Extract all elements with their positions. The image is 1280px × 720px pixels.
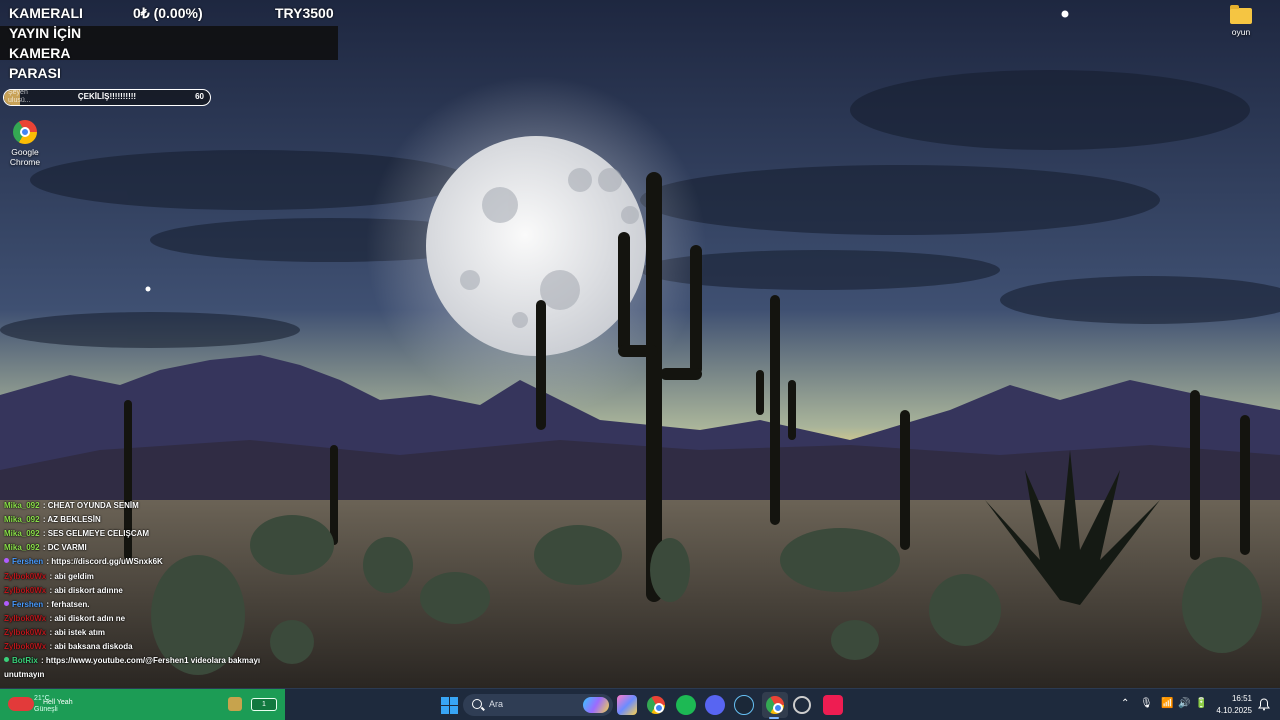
chat-message: Mika_092 : SES GELMEYE CELIŞCAM [4, 529, 149, 539]
goal-title-line4: PARASI [9, 65, 61, 81]
chat-message: Zylbok0Wx : abi istek atım [4, 628, 105, 638]
chat-message: Zylbok0Wx : abi baksana diskoda [4, 642, 133, 652]
chat-text: AZ BEKLESİN [47, 515, 101, 525]
chat-text: CHEAT OYUNDA SENİM [47, 501, 139, 510]
widget-hand-icon[interactable] [228, 697, 242, 711]
donation-goal-widget: KAMERALI 0₺ (0.00%) TRY3500 YAYIN İÇİN K… [0, 0, 340, 84]
microphone-icon[interactable]: 🎙 [1140, 698, 1153, 709]
ghost-label-line1: Şeyen [8, 89, 28, 96]
desktop-icon-ghost-label: Şeyen ulusü... [8, 89, 31, 105]
chat-username: Fershen [12, 557, 44, 567]
tiktok-icon[interactable] [823, 695, 843, 715]
folder-icon [1230, 5, 1252, 24]
widget-counter-pill[interactable]: 1 [251, 698, 277, 711]
clock-time[interactable]: 16:51 [1230, 694, 1252, 703]
spotify-icon[interactable] [676, 695, 696, 715]
chrome-icon [647, 696, 665, 714]
chat-text: https://discord.gg/uWSnxk6K [51, 557, 163, 567]
stream-chat-overlay: Mika_092 : CHEAT OYUNDA SENİM Mika_092 : … [0, 500, 270, 686]
chat-message: Mika_092 : CHEAT OYUNDA SENİM [4, 501, 139, 511]
battery-icon[interactable]: 🔋 [1195, 698, 1207, 709]
desktop-icon-google-chrome[interactable]: Google Chrome [4, 120, 46, 167]
active-app-indicator [769, 717, 779, 719]
chat-text: abi diskort adın ne [54, 613, 126, 623]
search-icon [472, 699, 482, 709]
chat-text: ferhatsen. [51, 599, 90, 609]
windows-icon [440, 696, 458, 714]
start-button[interactable] [439, 695, 459, 715]
goal-title-line2: YAYIN İÇİN [9, 25, 82, 41]
chat-badge-icon [4, 657, 9, 663]
chat-username: Mika_092 [4, 529, 40, 539]
giveaway-progress-bar: ÇEKİLİŞ!!!!!!!!!! 60 [3, 89, 211, 106]
search-highlight-icon [583, 697, 609, 713]
goal-title-line3: KAMERA [9, 45, 71, 61]
steam-icon[interactable] [734, 695, 754, 715]
chat-message: Zylbok0Wx : abi geldim [4, 572, 94, 582]
taskbar-chrome-button[interactable] [646, 695, 666, 715]
goal-target-amount: TRY3500 [275, 5, 334, 21]
chat-separator: : [40, 501, 48, 510]
discord-icon[interactable] [705, 695, 725, 715]
chat-text: abi geldim [54, 571, 94, 581]
copilot-icon[interactable] [617, 695, 637, 715]
chat-message: Fershen : https://discord.gg/uWSnxk6K [4, 557, 163, 567]
chrome-icon [766, 696, 784, 714]
chat-message: unutmayın [4, 670, 44, 680]
chat-badge-icon [4, 600, 9, 606]
chat-username: Zylbok0Wx [4, 642, 47, 651]
chat-text: abi diskort adınne [54, 585, 123, 595]
taskbar-search-box[interactable]: Ara [463, 694, 613, 716]
goal-title-line1: KAMERALI [9, 5, 83, 21]
chat-separator: : [40, 529, 48, 539]
giveaway-title: ÇEKİLİŞ!!!!!!!!!! [77, 92, 137, 101]
chat-separator: : [38, 656, 46, 666]
giveaway-count: 60 [195, 92, 204, 101]
chrome-label-line1: Google [11, 147, 39, 157]
chat-message: BotRix : https://www.youtube.com/@Fershe… [4, 656, 260, 666]
chat-username: Mika_092 [4, 515, 40, 525]
chat-badge-icon [4, 558, 9, 564]
obs-icon[interactable] [793, 696, 811, 714]
chat-text: unutmayın [4, 670, 45, 680]
taskbar: 21°C Hell Yeah Güneşli 1 Ara ⌃ 🎙 📶 🔊 🔋 1… [0, 688, 1280, 720]
chat-text: DC VARMI [47, 543, 87, 553]
search-placeholder: Ara [489, 699, 504, 709]
wifi-icon[interactable]: 📶 [1161, 698, 1173, 709]
chat-message: Mika_092 : DC VARMI [4, 543, 87, 553]
folder-label: oyun [1231, 27, 1251, 37]
volume-icon[interactable]: 🔊 [1178, 698, 1190, 709]
chat-message: Mika_092 : AZ BEKLESİN [4, 515, 101, 525]
goal-current-amount: 0₺ (0.00%) [133, 5, 203, 21]
chat-text: SES GELMEYE CELIŞCAM [47, 529, 150, 539]
chat-username: Mika_092 [4, 501, 40, 510]
weather-widget[interactable]: 21°C Hell Yeah Güneşli 1 [0, 689, 285, 720]
chat-username: Zylbok0Wx [4, 571, 47, 581]
notification-bell-icon[interactable] [1258, 698, 1270, 711]
chat-username: Zylbok0Wx [4, 613, 47, 623]
taskbar-chrome-active-button[interactable] [765, 695, 785, 715]
chat-message: Zylbok0Wx : abi diskort adın ne [4, 614, 125, 624]
chat-message: Zylbok0Wx : abi diskort adınne [4, 586, 123, 596]
now-playing-track: Hell Yeah [43, 699, 73, 706]
chat-separator: : [40, 543, 48, 553]
chat-username: BotRix [12, 656, 38, 666]
chat-text: abi istek atım [54, 627, 106, 637]
clock-date[interactable]: 4.10.2025 [1215, 706, 1252, 715]
chat-username: Fershen [12, 599, 44, 609]
chat-username: Zylbok0Wx [4, 585, 47, 595]
chat-message: Fershen : ferhatsen. [4, 600, 89, 610]
tray-overflow-icon[interactable]: ⌃ [1121, 698, 1129, 709]
ghost-label-line2: ulusü... [8, 97, 31, 104]
weather-condition: Güneşli [34, 706, 58, 713]
chat-username: Mika_092 [4, 543, 40, 553]
chat-text: abi baksana diskoda [54, 642, 133, 651]
chat-username: Zylbok0Wx [4, 627, 47, 637]
desktop-icon-oyun-folder[interactable]: oyun [1221, 5, 1261, 37]
music-app-logo-icon [8, 697, 34, 711]
chrome-icon [13, 120, 37, 144]
chat-text: https://www.youtube.com/@Fershen1 videol… [45, 656, 261, 666]
chrome-label-line2: Chrome [9, 157, 41, 167]
